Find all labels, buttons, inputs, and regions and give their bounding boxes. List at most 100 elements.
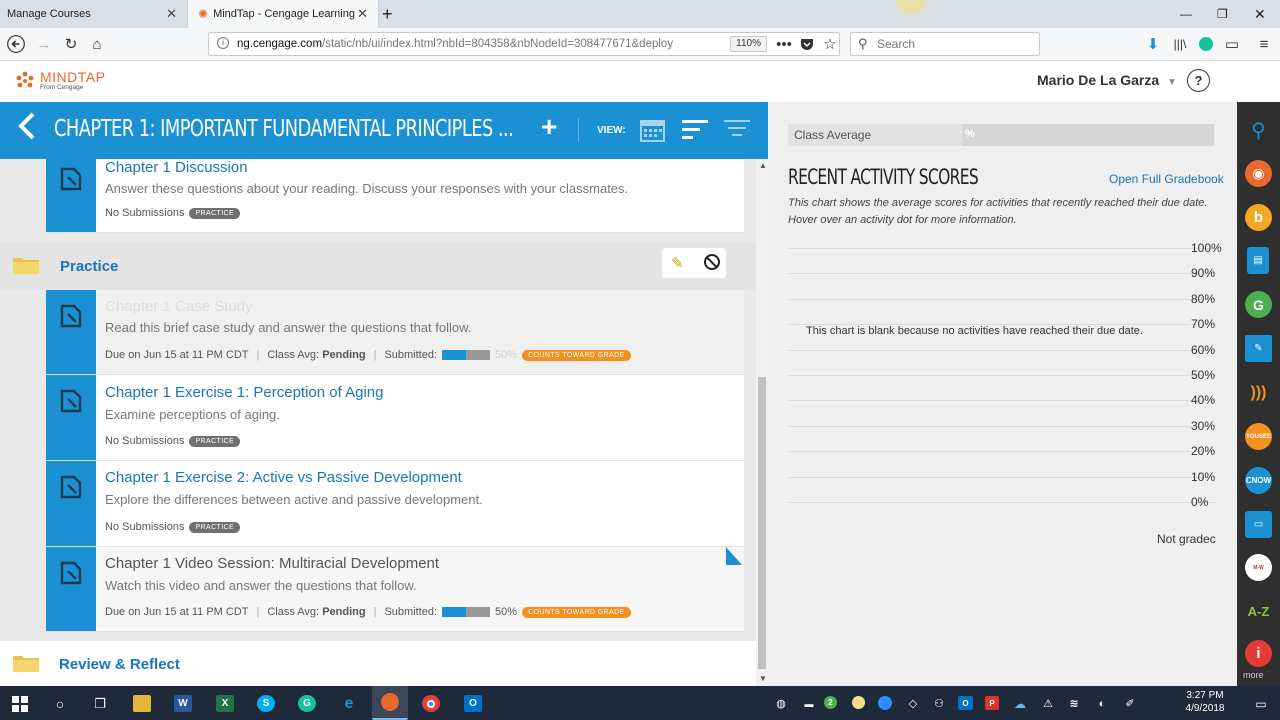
merriam-webster-icon[interactable]: M-W	[1245, 554, 1272, 581]
tray-icon[interactable]	[852, 696, 865, 709]
cnow-icon[interactable]: CNOW	[1245, 467, 1272, 494]
edge-icon[interactable]: e	[340, 695, 358, 712]
flashcards-icon[interactable]: ▭	[1245, 511, 1272, 538]
close-tab-icon[interactable]: ✕	[166, 6, 177, 22]
window-close-icon[interactable]: ✕	[1254, 0, 1266, 28]
learning-path-pane: Chapter 1 Discussion Answer these questi…	[0, 159, 756, 686]
url-bar[interactable]: i ng.cengage.com/static/nb/ui/index.html…	[208, 32, 840, 56]
tray-icon[interactable]: ◍	[772, 695, 790, 712]
volume-icon[interactable]: ◐	[1093, 695, 1111, 712]
search-icon[interactable]: ⚲	[1245, 117, 1272, 144]
scroll-down-icon[interactable]: ▼	[759, 674, 767, 683]
pen-icon[interactable]: ✐	[1121, 695, 1139, 712]
scroll-up-icon[interactable]: ▲	[759, 161, 767, 170]
tab-mindtap[interactable]: ✺ MindTap - Cengage Learning ✕	[187, 0, 379, 28]
mindtap-logo[interactable]: MINDTAP From Cengage	[14, 70, 105, 92]
skype-icon[interactable]: S	[257, 695, 275, 712]
activity-title[interactable]: Chapter 1 Exercise 1: Perception of Agin…	[105, 384, 384, 401]
list-view-icon[interactable]	[724, 119, 750, 144]
cortana-icon[interactable]: ○	[51, 695, 69, 712]
library-icon[interactable]: |||\	[1170, 34, 1190, 54]
folder-title[interactable]: Review & Reflect	[59, 656, 180, 673]
tray-icon[interactable]: ⚇	[930, 695, 948, 712]
reload-icon[interactable]: ↻	[61, 34, 81, 54]
close-tab-icon[interactable]: ✕	[357, 6, 368, 22]
menu-icon[interactable]: ≡	[1254, 34, 1274, 54]
help-button[interactable]: ?	[1187, 69, 1210, 92]
file-explorer-icon[interactable]	[133, 695, 151, 712]
rss-icon[interactable]: ◉	[1245, 160, 1272, 187]
outlook-icon[interactable]: O	[464, 695, 482, 712]
info-icon[interactable]: i	[217, 37, 229, 49]
readspeaker-icon[interactable]: )))	[1245, 379, 1272, 406]
scrollbar-thumb[interactable]	[758, 377, 766, 669]
sidebar-icon[interactable]: ▭	[1222, 34, 1242, 54]
tray-icon[interactable]: O	[958, 696, 973, 710]
submission-progress-bar	[442, 607, 491, 617]
back-arrow-icon[interactable]	[18, 112, 36, 146]
grammarly-icon[interactable]	[1196, 34, 1216, 54]
onedrive-icon[interactable]: ☁	[1011, 695, 1029, 712]
youseeu-icon[interactable]: YOUSEE	[1245, 423, 1272, 450]
clock[interactable]: 3:27 PM 4/9/2018	[1177, 690, 1233, 714]
activity-card[interactable]: Chapter 1 Case Study Read this brief cas…	[46, 290, 744, 375]
home-icon[interactable]: ⌂	[87, 34, 107, 54]
excel-icon[interactable]: X	[216, 695, 234, 712]
firefox-icon[interactable]	[372, 686, 408, 720]
calendar-view-icon[interactable]	[640, 117, 665, 145]
more-apps-label[interactable]: more	[1243, 670, 1264, 680]
activity-card[interactable]: Chapter 1 Exercise 1: Perception of Agin…	[46, 375, 744, 461]
folder-title[interactable]: Practice	[60, 258, 118, 275]
scrollbar[interactable]: ▲ ▼	[756, 159, 768, 686]
windows-start-icon[interactable]	[11, 695, 29, 712]
book-icon[interactable]: ▤	[1247, 247, 1269, 274]
open-gradebook-link[interactable]: Open Full Gradebook	[1109, 172, 1224, 186]
wifi-icon[interactable]: ≋	[1065, 695, 1083, 712]
word-icon[interactable]: W	[174, 695, 192, 712]
task-view-icon[interactable]: ❐	[91, 695, 109, 712]
minimize-icon[interactable]: —	[1180, 0, 1192, 28]
bookmark-star-icon[interactable]: ☆	[820, 34, 840, 54]
grammarly-app-icon[interactable]: G	[298, 695, 316, 712]
tray-icon[interactable]: 2	[824, 696, 837, 709]
zoom-level[interactable]: 110%	[730, 36, 767, 52]
download-icon[interactable]: ⬇	[1143, 34, 1163, 54]
search-input[interactable]: ⚲ Search	[850, 32, 1040, 56]
activity-title[interactable]: Chapter 1 Exercise 2: Active vs Passive …	[105, 469, 462, 486]
tray-icon[interactable]: ▬	[800, 695, 818, 712]
restore-icon[interactable]: ❐	[1217, 0, 1228, 28]
notifications-icon[interactable]: ▭	[1252, 695, 1270, 712]
outline-view-icon[interactable]	[682, 119, 708, 144]
due-date: Due on Jun 15 at 11 PM CDT	[105, 606, 249, 618]
user-menu[interactable]: Mario De La Garza ▼	[1037, 72, 1177, 88]
activity-title[interactable]: Chapter 1 Discussion	[105, 159, 248, 176]
activity-meta: No Submissions PRACTICE	[105, 435, 241, 447]
activity-title[interactable]: Chapter 1 Video Session: Multiracial Dev…	[105, 555, 439, 572]
a-z-icon[interactable]: A-Z	[1245, 598, 1272, 625]
page-actions-icon[interactable]: •••	[774, 34, 794, 54]
pocket-icon[interactable]	[797, 34, 817, 54]
tab-manage-courses[interactable]: Manage Courses ✕	[0, 0, 187, 28]
chrome-icon[interactable]	[422, 695, 440, 712]
bookshelf-icon[interactable]: b	[1245, 204, 1272, 231]
activity-card[interactable]: Chapter 1 Video Session: Multiracial Dev…	[46, 547, 744, 632]
add-icon[interactable]: +	[541, 113, 557, 141]
tray-icon[interactable]: P	[985, 696, 999, 710]
highlight-icon[interactable]: ✎	[1245, 335, 1272, 362]
tray-icon[interactable]: ⚠	[1039, 695, 1057, 712]
folder-icon	[13, 656, 39, 672]
chart-gridline	[788, 375, 1216, 376]
activity-title[interactable]: Chapter 1 Case Study	[105, 298, 253, 315]
new-tab-button[interactable]: +	[382, 0, 393, 28]
tab-label: MindTap - Cengage Learning	[213, 8, 355, 20]
info-icon[interactable]: i	[1245, 640, 1272, 667]
tray-icon[interactable]: ◇	[904, 695, 922, 712]
zoom-tray-icon[interactable]	[878, 696, 892, 710]
google-icon[interactable]: G	[1245, 291, 1272, 318]
forward-icon[interactable]: →	[34, 34, 54, 54]
activity-card[interactable]: Chapter 1 Discussion Answer these questi…	[46, 159, 744, 233]
edit-pencil-icon[interactable]: ✎	[671, 254, 684, 272]
back-icon[interactable]	[6, 34, 26, 54]
activity-card[interactable]: Chapter 1 Exercise 2: Active vs Passive …	[46, 461, 744, 547]
hide-icon[interactable]	[704, 254, 720, 270]
